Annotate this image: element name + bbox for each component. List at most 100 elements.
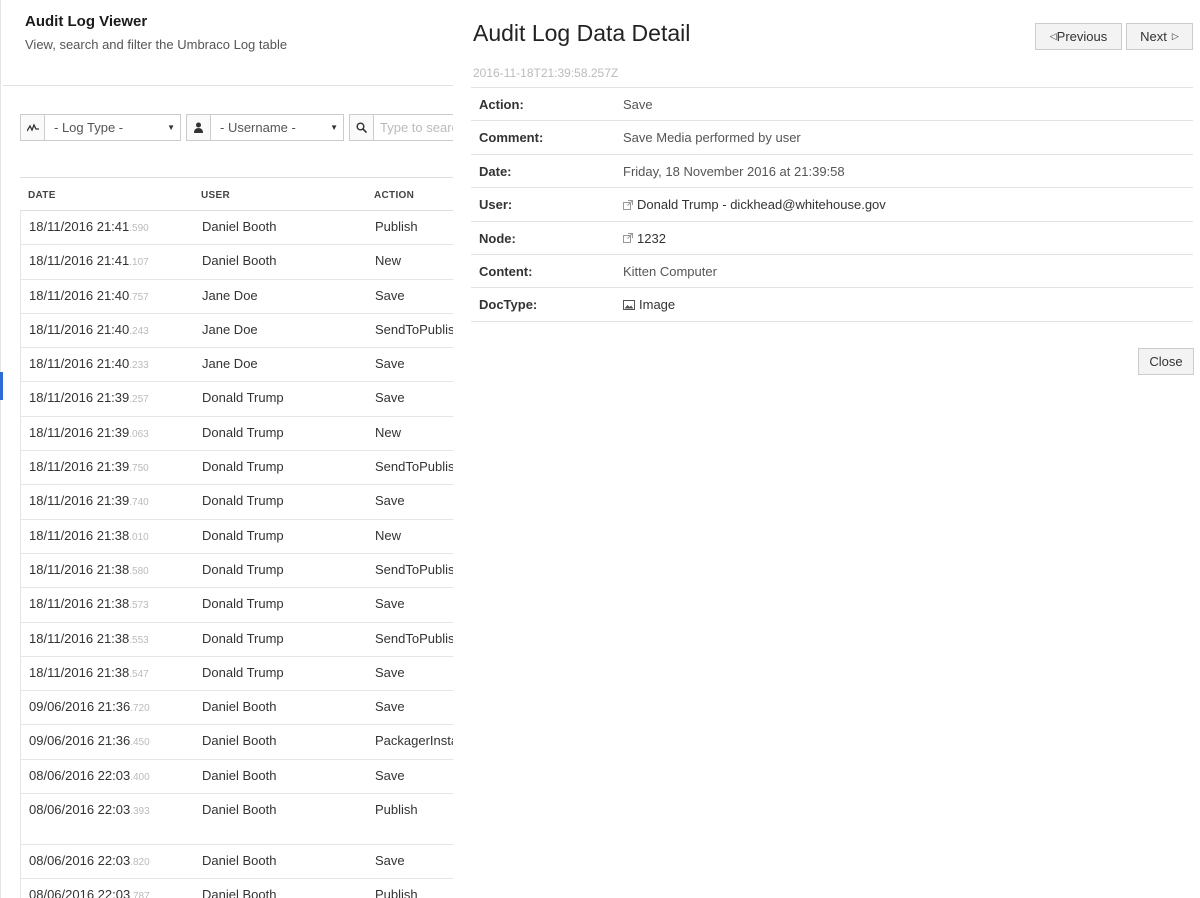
table-row[interactable]: 18/11/2016 21:39.063 Donald Trump New <box>20 416 453 452</box>
row-date-main: 18/11/2016 21:40 <box>29 356 130 372</box>
search-input[interactable]: Type to search... <box>374 115 453 140</box>
row-action: SendToPublish <box>375 321 453 337</box>
table-row[interactable]: 18/11/2016 21:39.257 Donald Trump Save <box>20 382 453 417</box>
row-date-ms: .740 <box>129 497 149 509</box>
table-header: DATE USER ACTION <box>20 177 453 211</box>
row-date-main: 18/11/2016 21:40 <box>29 321 130 337</box>
chevron-down-icon: ▼ <box>330 123 338 132</box>
row-date-ms: .553 <box>129 634 149 646</box>
audit-log-list-pane: Audit Log Viewer View, search and filter… <box>3 0 453 898</box>
table-row[interactable]: 18/11/2016 21:38.010 Donald Trump New <box>20 519 453 554</box>
row-date: 18/11/2016 21:38.553 <box>29 631 149 646</box>
table-body: 18/11/2016 21:41.590 Daniel Booth Publish 1… <box>20 211 453 898</box>
table-row[interactable]: 18/11/2016 21:41.590 Daniel Booth Publish <box>20 211 453 246</box>
table-row[interactable]: 18/11/2016 21:38.553 Donald Trump SendToPu… <box>20 622 453 657</box>
column-header-date[interactable]: DATE <box>28 190 56 201</box>
row-date: 18/11/2016 21:41.590 <box>29 219 149 234</box>
table-row[interactable]: 18/11/2016 21:39.750 Donald Trump SendToPu… <box>20 451 453 486</box>
table-row[interactable]: 08/06/2016 22:03.820 Daniel Booth Save <box>20 845 453 880</box>
row-date-ms: .573 <box>129 600 149 612</box>
search-filter[interactable]: Type to search... <box>349 114 453 141</box>
user-link[interactable]: Donald Trump - dickhead@whitehouse.gov <box>623 197 886 212</box>
detail-label: Date: <box>479 163 512 179</box>
table-row[interactable]: 18/11/2016 21:38.573 Donald Trump Save <box>20 588 453 623</box>
log-type-select[interactable]: - Log Type - ▼ <box>45 115 180 140</box>
detail-row-node: Node: 1232 <box>471 222 1193 255</box>
detail-row-comment: Comment: Save Media performed by user <box>471 121 1193 155</box>
row-user: Daniel Booth <box>202 767 277 783</box>
external-link-icon <box>623 233 633 244</box>
row-user: Donald Trump <box>202 459 284 475</box>
row-date-ms: .750 <box>129 463 149 475</box>
node-link[interactable]: 1232 <box>623 231 666 246</box>
row-date: 18/11/2016 21:39.257 <box>29 390 149 405</box>
detail-label: Node: <box>479 230 516 246</box>
doctype-text: Image <box>639 297 676 313</box>
detail-label: User: <box>479 197 513 213</box>
chevron-right-icon: ▷ <box>1171 31 1179 41</box>
detail-row-action: Action: Save <box>471 88 1193 122</box>
table-row[interactable]: 08/06/2016 22:03.393 Daniel Booth Publish <box>20 794 453 846</box>
row-date-ms: .720 <box>130 703 150 715</box>
table-row[interactable]: 08/06/2016 22:03.400 Daniel Booth Save <box>20 759 453 795</box>
row-date-ms: .450 <box>130 737 150 749</box>
row-date-ms: .243 <box>129 325 149 337</box>
row-date: 18/11/2016 21:41.107 <box>29 253 149 268</box>
previous-button[interactable]: ◁ Previous <box>1035 23 1122 50</box>
row-date: 08/06/2016 22:03.820 <box>29 853 150 868</box>
row-action: Save <box>375 287 405 303</box>
row-date-main: 18/11/2016 21:38 <box>29 596 130 612</box>
row-date: 09/06/2016 21:36.450 <box>29 733 150 748</box>
row-date-main: 18/11/2016 21:39 <box>29 493 130 509</box>
detail-label: DocType: <box>479 297 538 313</box>
row-user: Daniel Booth <box>202 853 277 869</box>
row-user: Donald Trump <box>202 664 284 680</box>
list-header: Audit Log Viewer View, search and filter… <box>3 0 453 86</box>
column-header-action[interactable]: ACTION <box>374 190 414 201</box>
row-date-ms: .580 <box>129 565 149 577</box>
row-date: 18/11/2016 21:39.740 <box>29 493 149 508</box>
row-action: Publish <box>375 802 418 818</box>
row-date: 08/06/2016 22:03.400 <box>29 768 150 783</box>
table-row[interactable]: 18/11/2016 21:40.233 Jane Doe Save <box>20 348 453 383</box>
row-date-main: 09/06/2016 21:36 <box>29 699 131 715</box>
row-date-main: 18/11/2016 21:39 <box>29 459 130 475</box>
row-user: Daniel Booth <box>202 733 277 749</box>
row-date: 18/11/2016 21:39.750 <box>29 459 149 474</box>
row-date-main: 18/11/2016 21:38 <box>29 630 130 646</box>
row-user: Jane Doe <box>202 321 258 337</box>
row-user: Daniel Booth <box>202 802 277 818</box>
log-type-filter[interactable]: - Log Type - ▼ <box>20 114 181 141</box>
row-user: Donald Trump <box>202 630 284 646</box>
table-row[interactable]: 18/11/2016 21:40.243 Jane Doe SendToPublis… <box>20 313 453 349</box>
row-date-main: 18/11/2016 21:39 <box>29 424 130 440</box>
table-row[interactable]: 18/11/2016 21:38.580 Donald Trump SendToPu… <box>20 553 453 589</box>
row-date-main: 18/11/2016 21:41 <box>29 253 130 269</box>
user-link-text: Donald Trump - dickhead@whitehouse.gov <box>637 197 886 213</box>
row-date-main: 18/11/2016 21:38 <box>29 561 130 577</box>
column-header-user[interactable]: USER <box>201 190 230 201</box>
row-date-ms: .257 <box>129 394 149 406</box>
table-row[interactable]: 18/11/2016 21:39.740 Donald Trump Save <box>20 485 453 520</box>
detail-row-user: User: Donald Trump - dickhead@whitehouse… <box>471 188 1193 222</box>
row-action: Publish <box>375 887 418 898</box>
table-row[interactable]: 09/06/2016 21:36.450 Daniel Booth Packager… <box>20 725 453 760</box>
row-user: Donald Trump <box>202 596 284 612</box>
row-date: 18/11/2016 21:38.580 <box>29 562 149 577</box>
row-date-ms: .820 <box>130 857 150 869</box>
chevron-left-icon: ◁ <box>1049 31 1057 41</box>
row-action: Save <box>375 390 405 406</box>
table-row[interactable]: 18/11/2016 21:40.757 Jane Doe Save <box>20 279 453 314</box>
table-row[interactable]: 08/06/2016 22:03.787 Daniel Booth Publish <box>20 879 453 898</box>
table-row[interactable]: 09/06/2016 21:36.720 Daniel Booth Save <box>20 691 453 726</box>
row-action: PackagerInstall <box>375 733 453 749</box>
table-row[interactable]: 18/11/2016 21:38.547 Donald Trump Save <box>20 656 453 692</box>
close-button[interactable]: Close <box>1138 348 1194 375</box>
row-action: SendToPublish <box>375 630 453 646</box>
next-button[interactable]: Next ▷ <box>1126 23 1193 50</box>
page-subtitle: View, search and filter the Umbraco Log … <box>25 37 288 52</box>
username-filter[interactable]: - Username - ▼ <box>186 114 344 141</box>
username-select[interactable]: - Username - ▼ <box>211 115 343 140</box>
search-icon <box>350 115 374 140</box>
table-row[interactable]: 18/11/2016 21:41.107 Daniel Booth New <box>20 245 453 280</box>
